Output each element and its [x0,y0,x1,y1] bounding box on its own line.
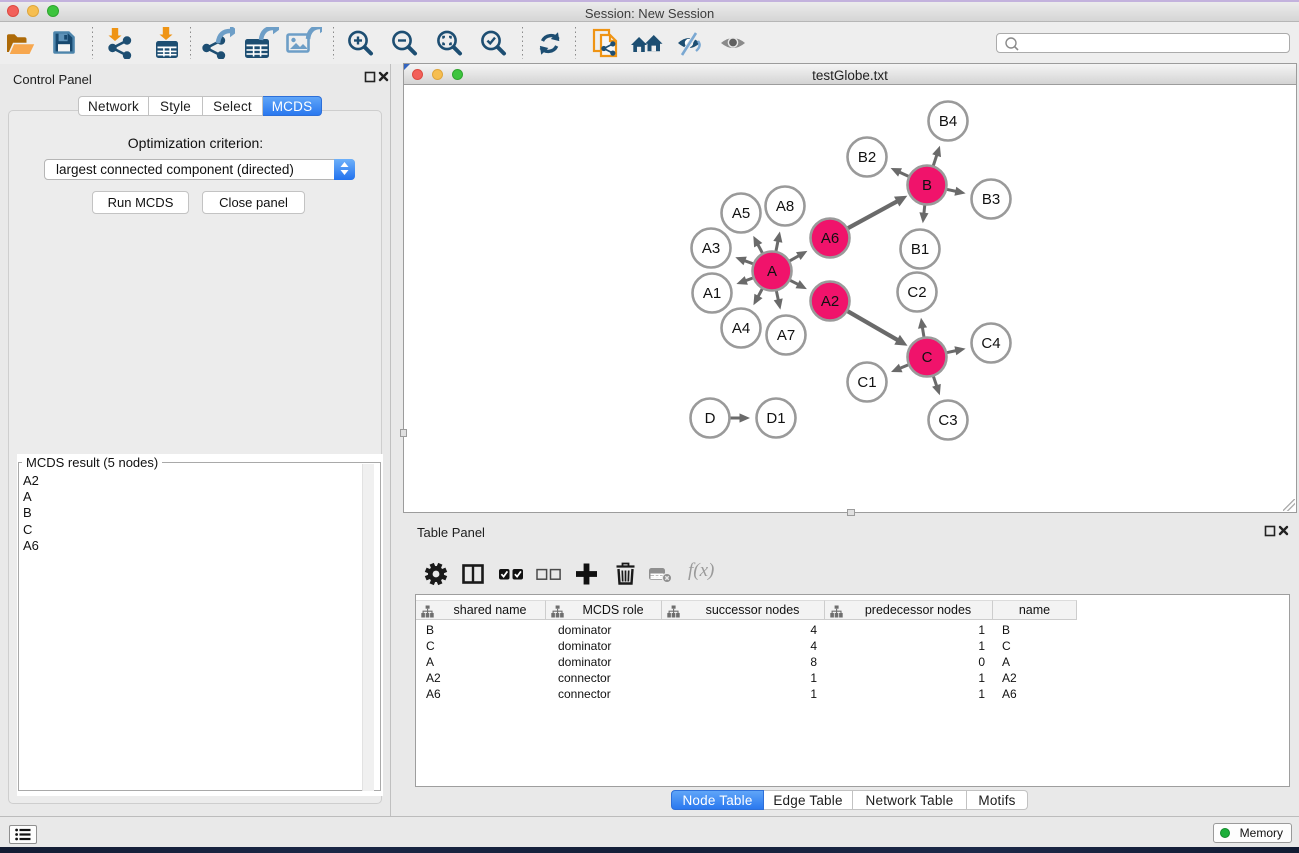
svg-text:D1: D1 [766,410,785,427]
svg-text:C: C [922,349,933,366]
svg-text:B3: B3 [982,191,1000,208]
svg-text:C3: C3 [938,412,957,429]
svg-text:B: B [922,177,932,194]
svg-text:A4: A4 [732,320,750,337]
svg-text:A3: A3 [702,240,720,257]
svg-text:C1: C1 [857,374,876,391]
svg-text:A8: A8 [776,198,794,215]
svg-text:B1: B1 [911,241,929,258]
svg-text:A1: A1 [703,285,721,302]
svg-text:A2: A2 [821,293,839,310]
svg-text:A5: A5 [732,205,750,222]
svg-text:C4: C4 [981,335,1000,352]
svg-text:C2: C2 [907,284,926,301]
svg-text:A6: A6 [821,230,839,247]
svg-text:B2: B2 [858,149,876,166]
svg-text:A7: A7 [777,327,795,344]
svg-text:D: D [705,410,716,427]
svg-text:B4: B4 [939,113,957,130]
svg-text:A: A [767,263,777,280]
